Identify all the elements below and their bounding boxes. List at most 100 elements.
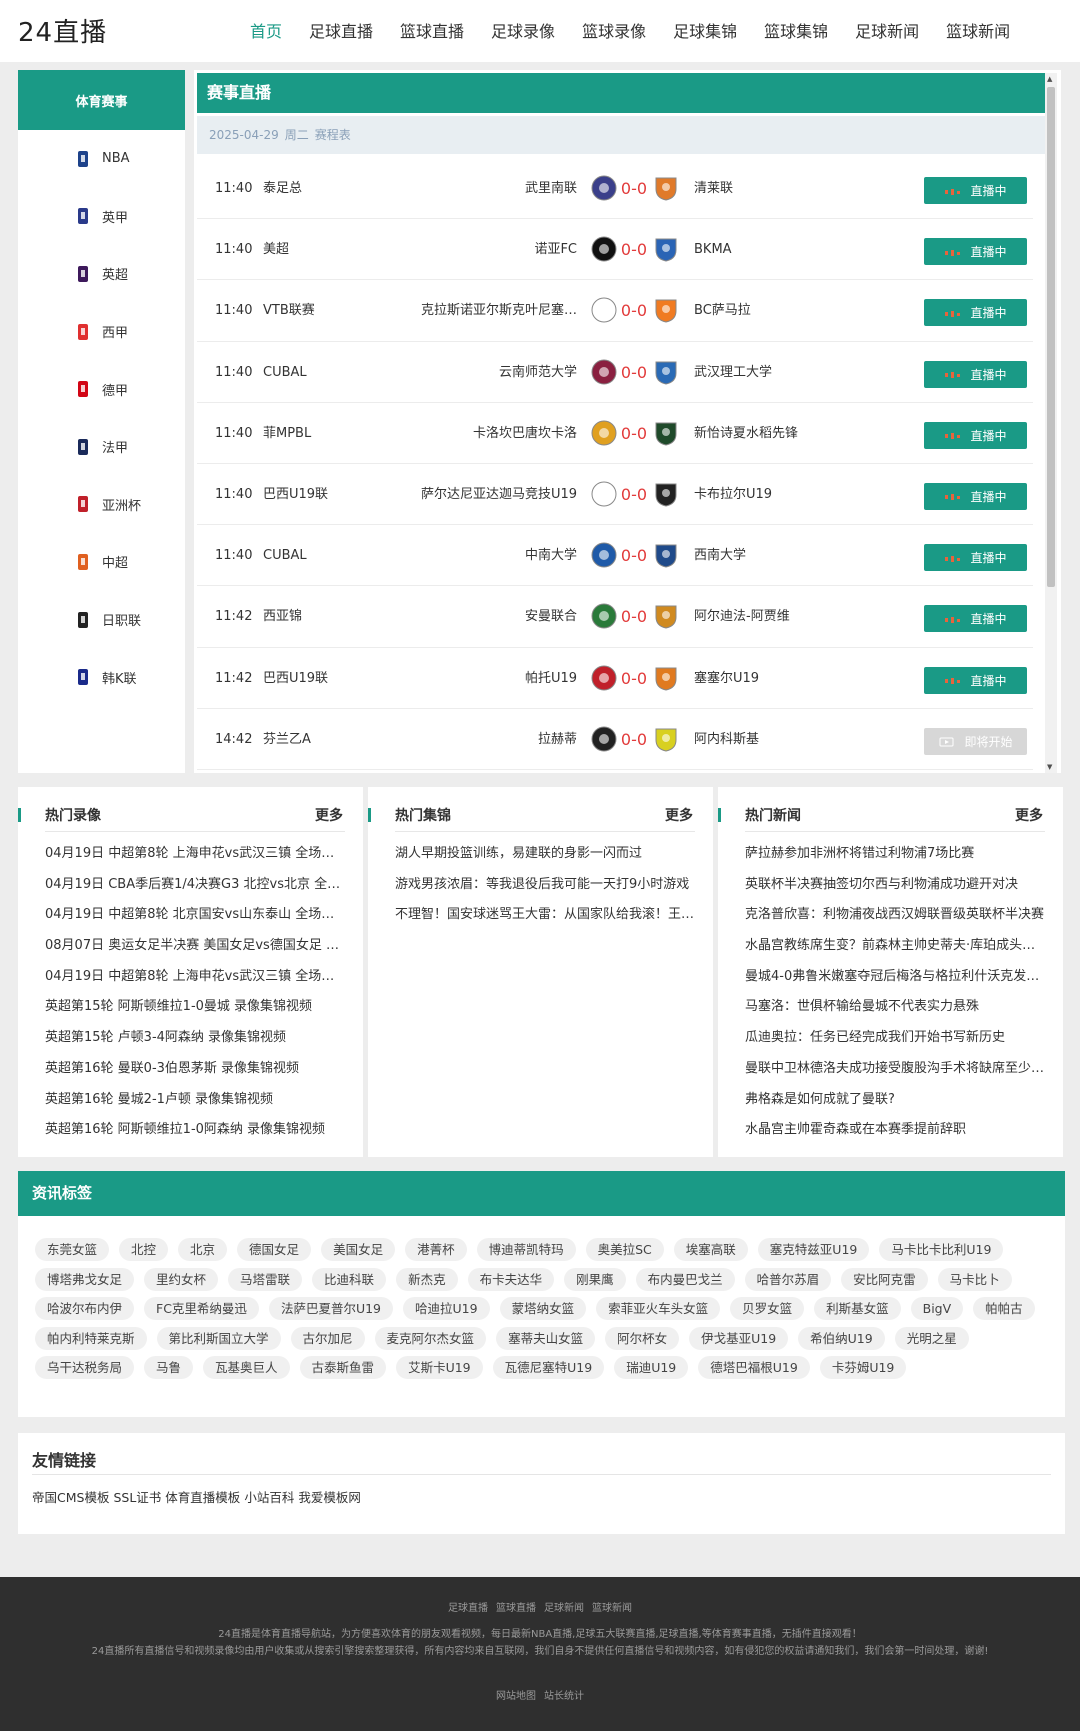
tag-chip[interactable]: 麦克阿尔杰女篮 <box>374 1326 487 1350</box>
tag-chip[interactable]: 马卡比卡比利U19 <box>879 1238 1004 1261</box>
home-team[interactable]: 武里南联 <box>525 158 577 219</box>
tag-chip[interactable]: 塞克特兹亚U19 <box>757 1238 870 1261</box>
scroll-up-icon[interactable]: ▲ <box>1047 75 1052 83</box>
nav-link-1[interactable]: 足球直播 <box>309 18 373 42</box>
tag-chip[interactable]: 伊戈基亚U19 <box>689 1326 789 1350</box>
list-item-link[interactable]: 萨拉赫参加非洲杯将错过利物浦7场比赛 <box>745 839 1045 870</box>
away-team[interactable]: BKMA <box>694 219 732 280</box>
friend-link[interactable]: 体育直播模板 <box>165 1490 240 1505</box>
tag-chip[interactable]: 美国女足 <box>321 1238 396 1261</box>
nav-link-4[interactable]: 篮球录像 <box>582 18 646 42</box>
tag-chip[interactable]: 新杰克 <box>396 1267 458 1291</box>
match-league[interactable]: 西亚锦 <box>263 586 302 647</box>
away-team[interactable]: 阿内科斯基 <box>694 709 759 770</box>
list-item-link[interactable]: 04月19日 中超第8轮 上海申花vs武汉三镇 全场录像 <box>45 962 345 993</box>
tag-chip[interactable]: 布内曼巴戈兰 <box>635 1267 735 1291</box>
list-item-link[interactable]: 曼联中卫林德洛夫成功接受腹股沟手术将缺席至少一个月 <box>745 1054 1045 1085</box>
tag-chip[interactable]: 塞蒂夫山女篮 <box>496 1326 596 1350</box>
schedule-link[interactable]: 赛程表 <box>315 128 351 142</box>
tag-chip[interactable]: 蒙塔纳女篮 <box>499 1297 587 1320</box>
tag-chip[interactable]: FC克里希纳曼迅 <box>144 1297 259 1320</box>
tag-chip[interactable]: 帕内利特莱克斯 <box>35 1326 147 1350</box>
away-team[interactable]: 西南大学 <box>694 525 746 586</box>
schedule-date-bar[interactable]: 2025-04-29 周二 赛程表 <box>197 116 1047 154</box>
tag-chip[interactable]: 瓦德尼塞特U19 <box>492 1356 605 1379</box>
list-item-link[interactable]: 英超第16轮 曼联0-3伯恩茅斯 录像集锦视频 <box>45 1054 345 1085</box>
footer-bottom-link[interactable]: 站长统计 <box>544 1691 584 1702</box>
away-team[interactable]: BC萨马拉 <box>694 280 751 341</box>
tag-chip[interactable]: 贝罗女篮 <box>730 1297 805 1320</box>
nav-link-3[interactable]: 足球录像 <box>491 18 555 42</box>
home-team[interactable]: 克拉斯诺亚尔斯克叶尼塞… <box>421 280 577 341</box>
footer-nav-link[interactable]: 篮球新闻 <box>592 1603 632 1614</box>
footer-bottom-link[interactable]: 网站地图 <box>496 1691 536 1702</box>
tag-chip[interactable]: 埃塞高联 <box>673 1238 748 1261</box>
home-team[interactable]: 中南大学 <box>525 525 577 586</box>
tag-chip[interactable]: 古泰斯鱼雷 <box>299 1356 387 1379</box>
tag-chip[interactable]: 瓦基奥巨人 <box>203 1356 290 1379</box>
live-button[interactable]: 直播中 <box>924 421 1027 449</box>
site-logo[interactable]: 24直播 <box>18 12 107 49</box>
list-item-link[interactable]: 克洛普欣喜：利物浦夜战西汉姆联晋级英联杯半决赛 <box>745 900 1045 931</box>
live-button[interactable]: 直播中 <box>924 605 1027 633</box>
nav-link-8[interactable]: 篮球新闻 <box>946 18 1010 42</box>
tag-chip[interactable]: 第比利斯国立大学 <box>156 1326 281 1350</box>
live-button[interactable]: 直播中 <box>924 666 1027 694</box>
hot-videos-more-link[interactable]: 更多 <box>315 805 343 825</box>
tag-chip[interactable]: 哈迪拉U19 <box>403 1297 490 1320</box>
sidebar-item[interactable]: 英超 <box>18 245 185 303</box>
scroll-down-icon[interactable]: ▼ <box>1047 763 1052 771</box>
list-item-link[interactable]: 弗格森是如何成就了曼联? <box>745 1085 1045 1116</box>
tag-chip[interactable]: BigV <box>910 1297 964 1320</box>
list-item-link[interactable]: 马塞洛：世俱杯输给曼城不代表实力悬殊 <box>745 992 1045 1023</box>
match-league[interactable]: VTB联赛 <box>263 280 315 341</box>
home-team[interactable]: 萨尔达尼亚达迦马竞技U19 <box>421 464 577 525</box>
tag-chip[interactable]: 德国女足 <box>237 1238 312 1261</box>
live-button[interactable]: 直播中 <box>924 360 1027 388</box>
live-button[interactable]: 直播中 <box>924 482 1027 510</box>
friend-link[interactable]: SSL证书 <box>113 1490 161 1505</box>
sidebar-item[interactable]: 韩K联 <box>18 648 185 706</box>
home-team[interactable]: 诺亚FC <box>534 219 577 280</box>
tag-chip[interactable]: 瑞迪U19 <box>614 1356 689 1379</box>
list-item-link[interactable]: 湖人早期投篮训练，易建联的身影一闪而过 <box>395 839 695 870</box>
tag-chip[interactable]: 法萨巴夏普尔U19 <box>268 1297 393 1320</box>
list-item-link[interactable]: 瓜迪奥拉：任务已经完成我们开始书写新历史 <box>745 1023 1045 1054</box>
list-item-link[interactable]: 英超第15轮 卢顿3-4阿森纳 录像集锦视频 <box>45 1023 345 1054</box>
away-team[interactable]: 清莱联 <box>694 158 733 219</box>
nav-link-5[interactable]: 足球集锦 <box>673 18 737 42</box>
tag-chip[interactable]: 哈普尔苏眉 <box>744 1267 832 1291</box>
away-team[interactable]: 塞塞尔U19 <box>694 648 759 709</box>
away-team[interactable]: 卡布拉尔U19 <box>694 464 772 525</box>
match-league[interactable]: 巴西U19联 <box>263 648 328 709</box>
list-item-link[interactable]: 不理智！国安球迷骂王大雷：从国家队给我滚！王大雷回怼 <box>395 900 695 931</box>
list-item-link[interactable]: 曼城4-0弗鲁米嫩塞夺冠后梅洛与格拉利什沃克发文庆祝 <box>745 962 1045 993</box>
tag-chip[interactable]: 马卡比卜 <box>937 1267 1012 1291</box>
footer-nav-link[interactable]: 足球新闻 <box>544 1603 584 1614</box>
home-team[interactable]: 帕托U19 <box>525 648 577 709</box>
list-item-link[interactable]: 英超第16轮 阿斯顿维拉1-0阿森纳 录像集锦视频 <box>45 1115 345 1146</box>
nav-link-6[interactable]: 篮球集锦 <box>764 18 828 42</box>
list-item-link[interactable]: 04月19日 中超第8轮 北京国安vs山东泰山 全场录像 <box>45 900 345 931</box>
hot-news-more-link[interactable]: 更多 <box>1015 805 1043 825</box>
list-item-link[interactable]: 游戏男孩浓眉：等我退役后我可能一天打9小时游戏 <box>395 870 695 901</box>
tag-chip[interactable]: 马塔雷联 <box>228 1267 303 1291</box>
nav-link-0[interactable]: 首页 <box>250 18 282 42</box>
tag-chip[interactable]: 港菁杯 <box>405 1238 467 1261</box>
sidebar-item[interactable]: 日职联 <box>18 591 185 649</box>
tag-chip[interactable]: 博塔弗戈女足 <box>35 1267 135 1291</box>
tag-chip[interactable]: 乌干达税务局 <box>35 1356 135 1379</box>
live-scrollbar[interactable]: ▲ ▼ <box>1045 73 1057 773</box>
live-button[interactable]: 直播中 <box>924 238 1027 266</box>
sidebar-item[interactable]: 西甲 <box>18 303 185 361</box>
friend-link[interactable]: 我爱模板网 <box>298 1490 361 1505</box>
nav-link-7[interactable]: 足球新闻 <box>855 18 919 42</box>
list-item-link[interactable]: 水晶宫教练席生变？前森林主帅史蒂夫·库珀成头号候选 <box>745 931 1045 962</box>
list-item-link[interactable]: 08月07日 奥运女足半决赛 美国女足vs德国女足 全场录像 <box>45 931 345 962</box>
home-team[interactable]: 安曼联合 <box>525 586 577 647</box>
scrollbar-thumb[interactable] <box>1047 87 1055 587</box>
match-league[interactable]: CUBAL <box>263 525 307 586</box>
match-league[interactable]: 泰足总 <box>263 158 302 219</box>
tag-chip[interactable]: 比迪科联 <box>312 1267 387 1291</box>
sidebar-item[interactable]: 亚洲杯 <box>18 476 185 534</box>
